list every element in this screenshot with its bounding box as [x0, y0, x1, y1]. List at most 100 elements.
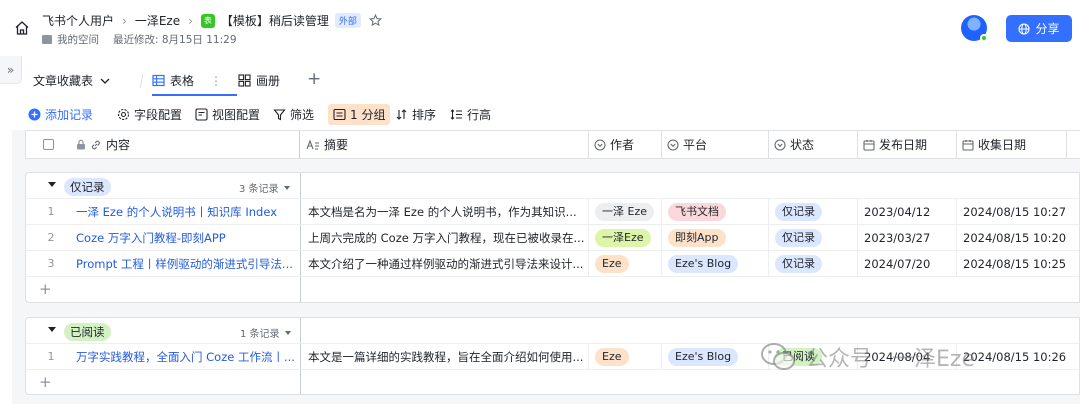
author-cell[interactable]: Eze	[589, 344, 662, 369]
divider	[139, 74, 144, 88]
breadcrumb-root[interactable]: 飞书个人用户	[42, 12, 114, 29]
content-link[interactable]: 万字实践教程，全面入门 Coze 工作流丨...	[76, 344, 300, 369]
status-cell[interactable]: 仅记录	[769, 251, 858, 276]
table-row[interactable]: 3 Prompt 工程丨样例驱动的渐进式引导法... 本文介绍了一种通过样例驱动…	[26, 251, 1079, 277]
calendar-icon	[962, 139, 974, 151]
status-cell[interactable]: 已阅读	[769, 344, 858, 369]
field-config-button[interactable]: 字段配置	[117, 106, 182, 123]
author-cell[interactable]: Eze	[589, 251, 662, 276]
table-header-row: 内容 摘要 作者 平台 状态 发布日期 收集日期	[25, 130, 1080, 159]
row-index: 2	[47, 231, 55, 244]
doc-meta: 我的空间 最近修改: 8月15日 11:29	[42, 32, 237, 47]
add-row-button[interactable]: +	[26, 277, 1079, 301]
row-index: 1	[47, 350, 55, 363]
single-select-icon	[667, 138, 679, 151]
doc-title[interactable]: 【模板】稍后读管理	[221, 12, 329, 29]
status-badge: 已阅读	[775, 347, 822, 366]
table-selector[interactable]: 文章收藏表	[33, 72, 112, 89]
platform-cell[interactable]: 飞书文档	[662, 199, 769, 224]
column-header-platform[interactable]: 平台	[662, 131, 769, 158]
link-icon	[91, 140, 100, 149]
column-header-author[interactable]: 作者	[589, 131, 662, 158]
table-row[interactable]: 2 Coze 万字入门教程-即刻APP 上周六完成的 Coze 万字入门教程，现…	[26, 225, 1079, 251]
add-record-button[interactable]: 添加记录	[28, 106, 93, 123]
star-icon[interactable]	[368, 14, 382, 27]
select-all-checkbox[interactable]	[26, 131, 70, 158]
add-view-button[interactable]: +	[307, 69, 321, 89]
space-name[interactable]: 我的空间	[57, 32, 99, 47]
group-count[interactable]: 3 条记录	[239, 180, 290, 195]
filter-button[interactable]: 筛选	[273, 106, 314, 123]
lock-icon	[77, 139, 85, 150]
collect-date-cell: 2024/08/15 10:20	[963, 230, 1067, 245]
add-record-label: 添加记录	[45, 108, 94, 122]
avatar[interactable]	[961, 15, 988, 42]
platform-tag: 即刻App	[668, 228, 726, 247]
toolbar: 添加记录 字段配置 视图配置 筛选 1 分组 排序 行高	[12, 96, 1080, 130]
chevron-down-icon	[100, 78, 110, 84]
plus-circle-icon	[28, 108, 41, 121]
gear-icon	[117, 108, 130, 121]
column-header-content[interactable]: 内容	[76, 131, 300, 158]
platform-cell[interactable]: Eze's Blog	[662, 251, 769, 276]
view-tabs: 文章收藏表 表格 ⋮ 画册 +	[22, 64, 1080, 96]
view-config-label: 视图配置	[212, 108, 261, 122]
more-vertical-icon[interactable]: ⋮	[210, 74, 222, 88]
author-cell[interactable]: 一泽Eze	[589, 225, 662, 250]
chevron-right-icon: ›	[188, 13, 193, 28]
row-height-icon	[450, 109, 462, 120]
table-row[interactable]: 1 一泽 Eze 的个人说明书丨知识库 Index 本文档是名为一泽 Eze 的…	[26, 199, 1079, 225]
platform-cell[interactable]: Eze's Blog	[662, 344, 769, 369]
author-tag: 一泽 Eze	[595, 202, 654, 221]
add-row-button[interactable]: +	[26, 370, 1079, 394]
sort-button[interactable]: 排序	[395, 106, 436, 123]
field-config-label: 字段配置	[134, 108, 183, 122]
table-row[interactable]: 1 万字实践教程，全面入门 Coze 工作流丨... 本文是一篇详细的实践教程，…	[26, 344, 1079, 370]
plus-icon: +	[39, 280, 52, 298]
collect-date-cell: 2024/08/15 10:25	[963, 256, 1067, 271]
row-height-button[interactable]: 行高	[450, 106, 491, 123]
share-button[interactable]: 分享	[1006, 15, 1072, 42]
home-icon[interactable]	[14, 20, 30, 36]
double-chevron-right-icon[interactable]: »	[0, 56, 22, 84]
group-count[interactable]: 1 条记录	[240, 325, 291, 340]
filter-icon	[273, 109, 286, 121]
tab-grid-view[interactable]: 表格 ⋮	[152, 72, 222, 89]
content-link[interactable]: Coze 万字入门教程-即刻APP	[76, 225, 300, 250]
content-link[interactable]: Prompt 工程丨样例驱动的渐进式引导法...	[76, 251, 300, 276]
author-tag: 一泽Eze	[595, 228, 651, 247]
caret-down-icon[interactable]	[48, 182, 56, 187]
tab-gallery-label: 画册	[256, 74, 281, 88]
group-header[interactable]: 已阅读 1 条记录	[26, 318, 1079, 344]
column-header-summary[interactable]: 摘要	[306, 131, 589, 158]
column-header-status[interactable]: 状态	[769, 131, 858, 158]
platform-cell[interactable]: 即刻App	[662, 225, 769, 250]
single-select-icon	[594, 138, 606, 151]
group-header[interactable]: 仅记录 3 条记录	[26, 173, 1079, 199]
publish-date-cell: 2023/03/27	[858, 225, 957, 250]
author-cell[interactable]: 一泽 Eze	[589, 199, 662, 224]
tab-grid-label: 表格	[170, 74, 195, 88]
content-link[interactable]: 一泽 Eze 的个人说明书丨知识库 Index	[76, 199, 300, 224]
publish-date-cell: 2024/08/04	[858, 344, 957, 369]
author-tag: Eze	[595, 254, 629, 273]
row-index: 1	[47, 205, 55, 218]
grid-table-icon	[152, 74, 165, 87]
publish-date-cell: 2024/07/20	[858, 251, 957, 276]
column-header-collect-date[interactable]: 收集日期	[957, 131, 1067, 158]
platform-tag: Eze's Blog	[668, 254, 739, 273]
caret-down-icon	[284, 330, 291, 335]
column-label: 作者	[610, 138, 635, 152]
column-header-publish-date[interactable]: 发布日期	[858, 131, 957, 158]
group-tag: 仅记录	[64, 178, 111, 196]
status-cell[interactable]: 仅记录	[769, 225, 858, 250]
column-label: 状态	[790, 138, 815, 152]
view-config-button[interactable]: 视图配置	[195, 106, 260, 123]
caret-down-icon[interactable]	[48, 327, 56, 332]
group-button[interactable]: 1 分组	[328, 104, 391, 125]
tab-gallery-view[interactable]: 画册	[238, 72, 280, 89]
group-count-label: 1 条记录	[240, 329, 280, 340]
breadcrumb-parent[interactable]: 一泽Eze	[135, 12, 180, 29]
status-cell[interactable]: 仅记录	[769, 199, 858, 224]
record-group-only-recorded: 仅记录 3 条记录 1 一泽 Eze 的个人说明书丨知识库 Index 本文档是…	[25, 172, 1080, 303]
